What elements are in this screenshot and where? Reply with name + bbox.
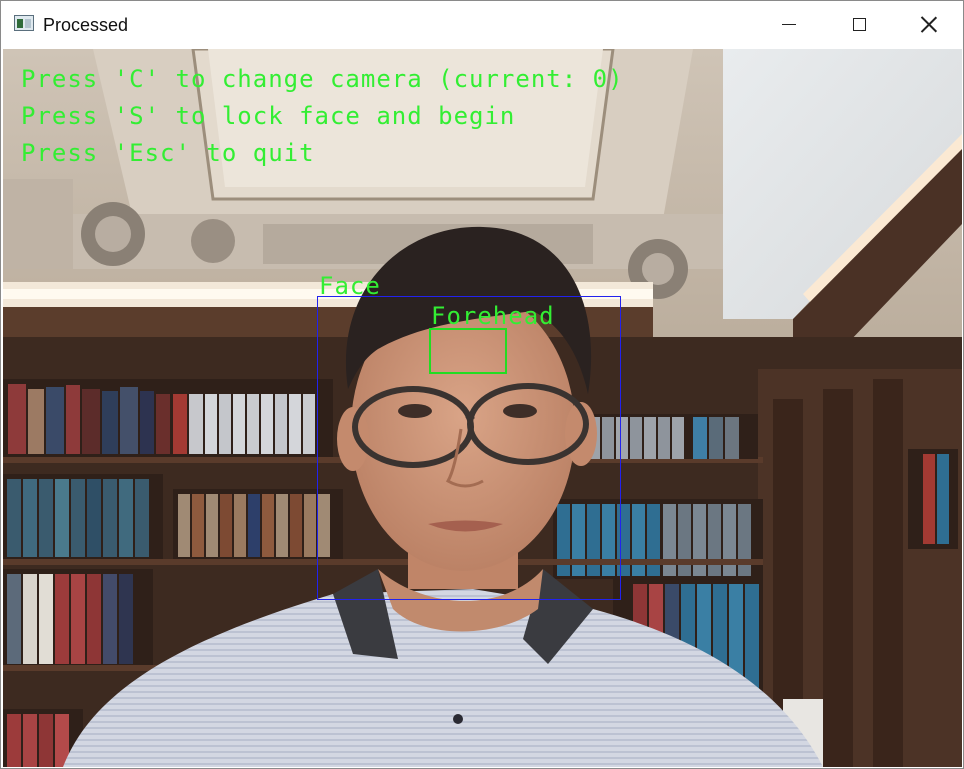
close-icon [920, 15, 938, 33]
camera-frame: Press 'C' to change camera (current: 0) … [3, 49, 962, 767]
minimize-button[interactable] [754, 1, 824, 47]
window-title: Processed [43, 15, 129, 35]
maximize-icon [852, 17, 866, 31]
minimize-icon [782, 23, 796, 25]
instruction-quit: Press 'Esc' to quit [21, 139, 315, 167]
instruction-lock-face: Press 'S' to lock face and begin [21, 102, 516, 130]
forehead-label: Forehead [431, 302, 555, 330]
instruction-change-camera: Press 'C' to change camera (current: 0) [21, 65, 624, 93]
forehead-roi-box [429, 328, 507, 374]
face-label: Face [319, 272, 381, 300]
app-icon [14, 15, 34, 31]
app-window: Processed Press 'C' to change camera (cu… [0, 0, 964, 769]
title-bar[interactable]: Processed [1, 1, 963, 47]
close-button[interactable] [894, 1, 964, 47]
maximize-button[interactable] [824, 1, 894, 47]
